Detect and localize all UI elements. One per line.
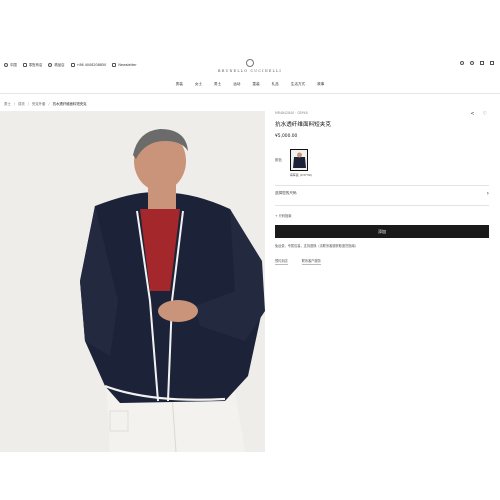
country-selector[interactable]: 中国 — [4, 62, 17, 67]
breadcrumb-separator: / — [27, 101, 29, 106]
logo-text: BRUNELLO CUCINELLI — [218, 69, 282, 73]
boutique-link[interactable]: 精品店 — [48, 62, 65, 67]
nav-divider — [0, 93, 500, 94]
breadcrumb-separator: / — [48, 101, 50, 106]
breadcrumb-item-1[interactable]: 男士 — [4, 101, 11, 106]
breadcrumb-item-3[interactable]: 夹克外套 — [32, 101, 46, 106]
boutique-label: 精品店 — [54, 63, 65, 67]
product-actions: < ♡ — [470, 111, 487, 117]
book-appointment-link[interactable]: 预约到店 — [275, 258, 288, 265]
main-navigation: 男装 女士 男士 运动 童装 礼品 生活方式 故事 — [0, 82, 500, 87]
newsletter-label: Newsletter — [118, 62, 137, 67]
breadcrumb-separator: / — [13, 101, 15, 106]
logo-emblem-icon — [246, 59, 254, 67]
country-label: 中国 — [10, 63, 17, 67]
store-icon — [22, 62, 27, 67]
size-guide-link[interactable]: + 尺码指南 — [275, 213, 489, 218]
service-links: 预约到店 联系客户服务 — [275, 258, 489, 265]
globe-icon — [4, 62, 8, 67]
brand-logo[interactable]: BRUNELLO CUCINELLI — [200, 59, 300, 73]
nav-item-4[interactable]: 运动 — [233, 82, 240, 87]
contact-service-link[interactable]: 联系客户服务 — [301, 258, 321, 265]
shipping-note: 免运费，专属包装，支持退换（请联系客服获取退货指南） — [275, 244, 358, 249]
add-to-bag-button[interactable]: 添加 — [275, 225, 489, 239]
nav-item-2[interactable]: 女士 — [195, 82, 202, 87]
header-actions — [460, 61, 494, 65]
nav-item-6[interactable]: 礼品 — [272, 82, 279, 87]
nav-item-7[interactable]: 生活方式 — [291, 82, 305, 87]
color-swatch[interactable] — [289, 149, 308, 171]
retail-store-link[interactable]: 零售商店 — [22, 62, 43, 67]
search-icon[interactable] — [460, 61, 464, 65]
nav-item-8[interactable]: 故事 — [317, 82, 324, 87]
breadcrumb-current: 抗水透纤维面料短夹克 — [52, 102, 87, 106]
phone-icon — [70, 62, 75, 67]
location-icon — [48, 62, 53, 67]
share-icon[interactable]: < — [470, 111, 474, 117]
model-illustration — [0, 111, 265, 452]
divider — [275, 204, 489, 206]
divider — [275, 185, 489, 186]
newsletter-link[interactable]: Newsletter — [112, 62, 137, 67]
nav-item-5[interactable]: 童装 — [252, 82, 259, 87]
breadcrumb-item-2[interactable]: 成衣 — [18, 101, 25, 106]
swatch-thumbnail — [291, 151, 307, 170]
wishlist-heart-icon[interactable]: ♡ — [483, 111, 487, 117]
chevron-right-icon: › — [486, 189, 489, 197]
color-label: 颜色 — [275, 158, 282, 162]
top-bar-links: 中国 零售商店 精品店 +86 4008208850 Newsletter — [4, 62, 137, 67]
user-icon[interactable] — [470, 61, 474, 65]
size-label: 选择您的尺码 — [275, 190, 297, 195]
product-title: 抗水透纤维面料短夹克 — [275, 122, 331, 128]
bag-icon[interactable] — [490, 61, 494, 65]
heart-icon[interactable] — [480, 61, 484, 65]
product-details: MR4842840 · CBP48 < ♡ 抗水透纤维面料短夹克 ¥5,000.… — [275, 111, 489, 265]
retail-store-label: 零售商店 — [28, 63, 43, 67]
size-selector[interactable]: 选择您的尺码 › — [275, 190, 489, 197]
mail-icon — [112, 62, 117, 67]
nav-item-1[interactable]: 男装 — [176, 82, 183, 87]
color-selector: 颜色 海军蓝 (C3739) — [275, 149, 489, 177]
nav-item-3[interactable]: 男士 — [214, 82, 221, 87]
product-photo[interactable] — [0, 111, 265, 452]
product-sku: MR4842840 · CBP48 — [275, 111, 308, 115]
phone-label: +86 4008208850 — [76, 62, 107, 67]
phone-link[interactable]: +86 4008208850 — [70, 62, 107, 67]
product-price: ¥5,000.00 — [275, 134, 298, 139]
swatch-name: 海军蓝 (C3739) — [289, 173, 312, 177]
breadcrumb: 男士 / 成衣 / 夹克外套 / 抗水透纤维面料短夹克 — [4, 101, 87, 107]
